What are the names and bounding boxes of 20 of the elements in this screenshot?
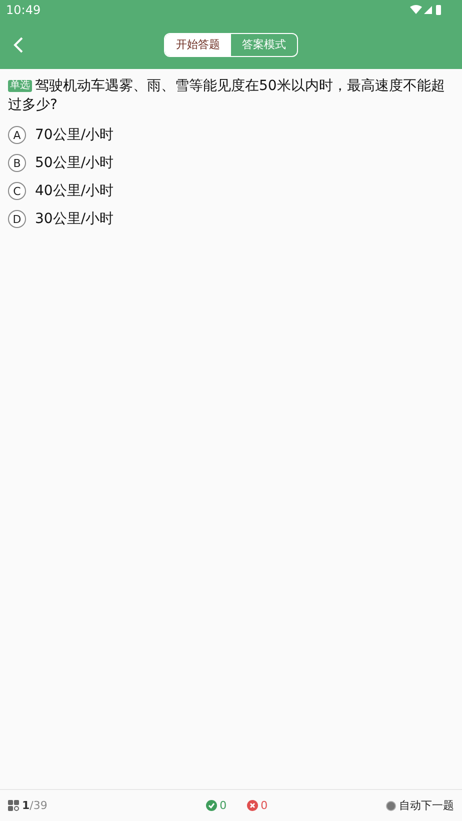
check-icon [206, 800, 217, 811]
option-text[interactable]: 40公里/小时 [35, 182, 114, 200]
grid-icon[interactable] [8, 800, 19, 811]
type-badge: 单选 [8, 80, 32, 92]
mode-tab[interactable]: 开始答题 [165, 34, 231, 56]
correct-count: 0 [220, 799, 227, 812]
question-text: 单选 驾驶机动车遇雾、雨、雪等能见度在50米以内时，最高速度不能超过多少? [8, 77, 446, 115]
progress-count[interactable]: 1/39 [22, 799, 48, 812]
option-letter[interactable]: D [8, 210, 26, 228]
option-text[interactable]: 70公里/小时 [35, 126, 114, 144]
option-letter[interactable]: B [8, 154, 26, 172]
option-text[interactable]: 50公里/小时 [35, 154, 114, 172]
option-text[interactable]: 30公里/小时 [35, 210, 114, 228]
auto-next-label[interactable]: 自动下一题 [399, 798, 454, 813]
cross-icon [246, 800, 258, 811]
option-letter[interactable]: C [8, 182, 26, 200]
status-time: 10:49 [6, 3, 41, 17]
option-letter[interactable]: A [8, 126, 26, 144]
auto-next-toggle[interactable] [386, 800, 396, 810]
wrong-count: 0 [260, 799, 268, 812]
